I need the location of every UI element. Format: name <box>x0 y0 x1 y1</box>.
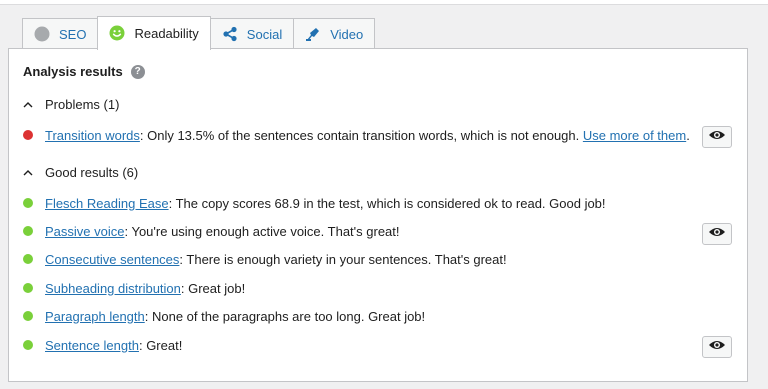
consecutive-sentences-link[interactable]: Consecutive sentences <box>45 252 179 267</box>
subheading-distribution-link[interactable]: Subheading distribution <box>45 281 181 296</box>
good-bullet <box>23 226 33 236</box>
chevron-up-icon <box>23 100 33 110</box>
good-bullet <box>23 311 33 321</box>
paragraph-length-link[interactable]: Paragraph length <box>45 309 145 324</box>
tab-social[interactable]: Social <box>209 18 295 49</box>
problem-bullet <box>23 130 33 140</box>
tab-seo[interactable]: SEO <box>22 18 99 49</box>
help-icon[interactable]: ? <box>130 64 145 79</box>
tab-social-label: Social <box>246 26 283 42</box>
smiley-icon <box>109 25 125 41</box>
highlight-passive-voice-button[interactable] <box>702 223 732 245</box>
good-results-toggle-label: Good results (6) <box>45 165 139 180</box>
highlight-sentence-length-button[interactable] <box>702 336 732 358</box>
analysis-results-heading: Analysis results ? <box>23 64 145 79</box>
good-bullet <box>23 198 33 208</box>
tab-video[interactable]: Video <box>293 18 376 49</box>
video-icon <box>305 26 321 42</box>
problem-text: Transition words: Only 13.5% of the sent… <box>45 127 690 143</box>
eye-icon <box>708 128 726 146</box>
good-item-passive-voice: Passive voice: You're using enough activ… <box>23 221 733 241</box>
highlight-transition-words-button[interactable] <box>702 126 732 148</box>
good-bullet <box>23 283 33 293</box>
eye-icon <box>708 338 726 356</box>
metabox-tabs: SEO Readability Social Video <box>22 15 376 50</box>
tab-seo-label: SEO <box>59 26 87 42</box>
share-icon <box>222 26 238 42</box>
flesch-reading-ease-link[interactable]: Flesch Reading Ease <box>45 196 169 211</box>
readability-analysis-panel: Analysis results ? Problems (1) Transiti… <box>8 48 748 382</box>
problems-toggle-label: Problems (1) <box>45 97 120 112</box>
good-item-sentence-length: Sentence length: Great! <box>23 335 733 355</box>
good-item-subheading-distribution: Subheading distribution: Great job! <box>23 278 733 298</box>
gray-circle-icon <box>34 26 50 42</box>
tab-readability[interactable]: Readability <box>97 16 211 50</box>
good-bullet <box>23 254 33 264</box>
sentence-length-link[interactable]: Sentence length <box>45 338 139 353</box>
top-divider <box>0 0 768 5</box>
eye-icon <box>708 225 726 243</box>
analysis-results-title: Analysis results <box>23 64 123 79</box>
good-results-toggle[interactable]: Good results (6) <box>23 165 138 180</box>
good-item-paragraph-length: Paragraph length: None of the paragraphs… <box>23 306 733 326</box>
transition-words-link[interactable]: Transition words <box>45 128 140 143</box>
tab-video-label: Video <box>330 26 364 42</box>
tab-readability-label: Readability <box>134 25 199 41</box>
chevron-up-icon <box>23 168 33 178</box>
good-item-consecutive-sentences: Consecutive sentences: There is enough v… <box>23 249 733 269</box>
problems-toggle[interactable]: Problems (1) <box>23 97 119 112</box>
good-bullet <box>23 340 33 350</box>
good-item-flesch: Flesch Reading Ease: The copy scores 68.… <box>23 193 733 213</box>
passive-voice-link[interactable]: Passive voice <box>45 224 124 239</box>
use-more-of-them-link[interactable]: Use more of them <box>583 128 686 143</box>
problem-item-transition-words: Transition words: Only 13.5% of the sent… <box>23 125 733 145</box>
